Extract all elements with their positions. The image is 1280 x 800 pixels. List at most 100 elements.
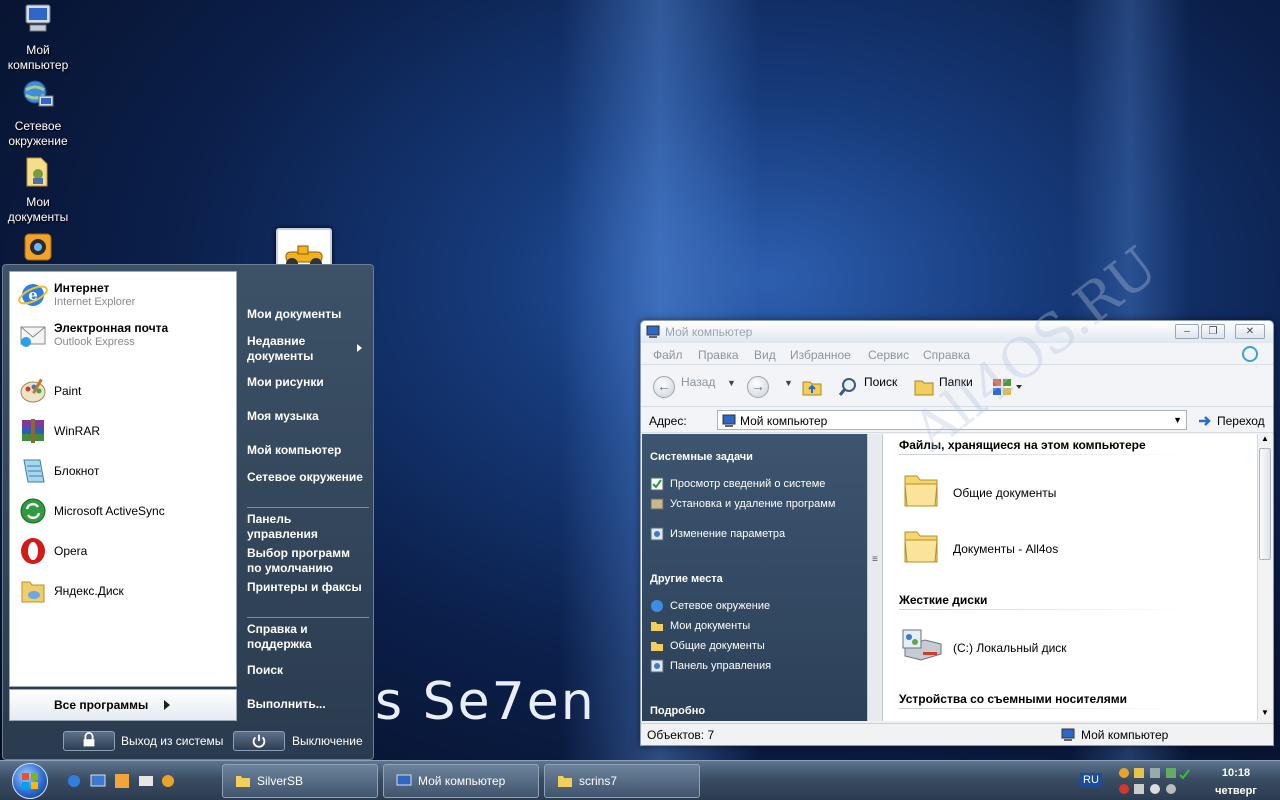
- start-item-email[interactable]: Электронная почта Outlook Express: [18, 316, 232, 354]
- taskbar-button-silversb[interactable]: SilverSB: [222, 764, 378, 798]
- back-label[interactable]: Назад: [681, 375, 715, 389]
- folder-icon[interactable]: [899, 524, 943, 568]
- computer-icon: [25, 4, 51, 32]
- start-item-name: Opera: [54, 544, 88, 558]
- place-network[interactable]: Сетевое окружение: [670, 600, 850, 613]
- search-icon: [838, 378, 856, 396]
- clock[interactable]: 10:18 четверг: [1206, 765, 1266, 799]
- item-shared-documents[interactable]: Общие документы: [953, 486, 1056, 500]
- minimize-button[interactable]: ‒: [1175, 324, 1199, 339]
- hard-drive-icon[interactable]: [899, 622, 943, 666]
- shutdown-label[interactable]: Выключение: [292, 734, 363, 748]
- start-link-run[interactable]: Выполнить...: [247, 697, 365, 712]
- menu-help[interactable]: Справка: [923, 348, 970, 362]
- search-button[interactable]: Поиск: [864, 375, 897, 389]
- start-link-my-documents[interactable]: Мои документы: [247, 307, 365, 322]
- status-object-count: Объектов: 7: [647, 728, 715, 742]
- menu-tools[interactable]: Сервис: [868, 348, 909, 362]
- place-control-panel[interactable]: Панель управления: [670, 660, 850, 673]
- desktop-icon-network[interactable]: Сетевое окружение: [2, 78, 74, 149]
- start-link-network[interactable]: Сетевое окружение: [247, 470, 365, 485]
- activesync-icon[interactable]: [160, 773, 176, 789]
- start-link-default-programs[interactable]: Выбор программ по умолчанию: [247, 546, 365, 576]
- all-programs-button[interactable]: Все программы: [9, 689, 237, 721]
- forward-button[interactable]: →: [747, 376, 769, 398]
- go-arrow-icon: [1199, 416, 1211, 426]
- logoff-label[interactable]: Выход из системы: [121, 734, 223, 748]
- menu-favorites[interactable]: Избранное: [790, 348, 851, 362]
- menu-edit[interactable]: Правка: [698, 348, 739, 362]
- add-remove-programs-icon: [650, 498, 664, 510]
- taskbar-button-my-computer[interactable]: Мой компьютер: [383, 764, 539, 798]
- chevron-down-icon[interactable]: ▼: [727, 378, 736, 388]
- start-button[interactable]: [12, 763, 48, 799]
- item-local-disk-c[interactable]: (C:) Локальный диск: [953, 641, 1067, 655]
- start-link-my-pictures[interactable]: Мои рисунки: [247, 375, 365, 390]
- chevron-down-icon[interactable]: ▼: [1173, 415, 1182, 425]
- close-button[interactable]: ✕: [1235, 324, 1265, 339]
- paint-icon[interactable]: [114, 773, 130, 789]
- start-item-yandex-disk[interactable]: Яндекс.Диск: [18, 572, 232, 610]
- menu-file[interactable]: Файл: [653, 348, 683, 362]
- system-tasks-title[interactable]: Системные задачи: [650, 451, 753, 463]
- place-shared-documents[interactable]: Общие документы: [670, 640, 850, 653]
- start-item-opera[interactable]: Opera: [18, 532, 232, 570]
- show-desktop-icon[interactable]: [90, 773, 106, 789]
- media-icon[interactable]: [138, 773, 154, 789]
- content-pane: Файлы, хранящиеся на этом компьютере Общ…: [883, 434, 1257, 721]
- desktop-icon-my-computer[interactable]: Мой компьютер: [2, 2, 74, 73]
- computer-icon: [396, 774, 412, 786]
- task-view-system-info[interactable]: Просмотр сведений о системе: [670, 478, 850, 491]
- task-add-remove-programs[interactable]: Установка и удаление программ: [670, 498, 850, 511]
- language-indicator[interactable]: RU: [1080, 773, 1102, 787]
- item-user-documents[interactable]: Документы - All4os: [953, 542, 1058, 556]
- details-title[interactable]: Подробно: [650, 705, 705, 717]
- start-item-activesync[interactable]: Microsoft ActiveSync: [18, 492, 232, 530]
- menu-view[interactable]: Вид: [754, 348, 776, 362]
- start-item-internet[interactable]: e Интернет Internet Explorer: [18, 276, 232, 314]
- maximize-button[interactable]: ❐: [1201, 324, 1225, 339]
- go-button[interactable]: Переход: [1217, 414, 1265, 428]
- task-change-setting[interactable]: Изменение параметра: [670, 528, 850, 541]
- taskbar-button-scrins7[interactable]: scrins7: [544, 764, 700, 798]
- yandex-disk-icon: [21, 581, 45, 603]
- shutdown-button[interactable]: [233, 731, 285, 751]
- start-link-my-music[interactable]: Моя музыка: [247, 409, 365, 424]
- window-titlebar[interactable]: Мой компьютер ‒ ❐ ✕: [641, 321, 1273, 343]
- start-link-printers[interactable]: Принтеры и факсы: [247, 580, 365, 595]
- place-my-documents[interactable]: Мои документы: [670, 620, 850, 633]
- scroll-thumb[interactable]: [1259, 448, 1271, 560]
- chevron-right-icon: [357, 344, 362, 352]
- folder-up-icon[interactable]: [801, 376, 823, 398]
- internet-explorer-icon: e: [18, 284, 48, 306]
- vertical-scrollbar[interactable]: ▲ ▼: [1257, 434, 1272, 721]
- activesync-icon: [20, 498, 46, 524]
- start-item-paint[interactable]: Paint: [18, 372, 232, 410]
- start-menu: e Интернет Internet Explorer Электронная…: [2, 264, 374, 760]
- start-link-my-computer[interactable]: Мой компьютер: [247, 443, 365, 458]
- scroll-down-icon[interactable]: ▼: [1261, 708, 1269, 717]
- start-item-notepad[interactable]: Блокнот: [18, 452, 232, 490]
- group-removable: Устройства со съемными носителями: [899, 692, 1128, 706]
- camera-app-icon: [24, 233, 52, 261]
- start-item-winrar[interactable]: WinRAR: [18, 412, 232, 450]
- chevron-down-icon[interactable]: ▼: [784, 378, 793, 388]
- system-info-icon: [650, 477, 664, 491]
- folder-icon[interactable]: [899, 468, 943, 512]
- outlook-express-icon: [20, 326, 46, 347]
- grip-icon: ≡: [872, 554, 878, 565]
- taskbar-button-label: SilverSB: [257, 774, 304, 788]
- back-button[interactable]: ←: [653, 376, 675, 398]
- internet-explorer-icon[interactable]: [66, 773, 82, 789]
- start-link-recent-documents[interactable]: Недавние документы: [247, 334, 365, 364]
- other-places-title[interactable]: Другие места: [650, 573, 723, 585]
- desktop-icon-my-documents[interactable]: Мои документы: [2, 154, 74, 225]
- start-link-search[interactable]: Поиск: [247, 663, 365, 678]
- scroll-up-icon[interactable]: ▲: [1261, 434, 1269, 443]
- pane-splitter[interactable]: ≡: [867, 434, 883, 721]
- start-link-control-panel[interactable]: Панель управления: [247, 512, 365, 542]
- system-tray-icons[interactable]: [1116, 765, 1192, 797]
- start-item-sub: Internet Explorer: [54, 296, 136, 308]
- start-link-help[interactable]: Справка и поддержка: [247, 622, 365, 652]
- logoff-button[interactable]: [63, 731, 115, 751]
